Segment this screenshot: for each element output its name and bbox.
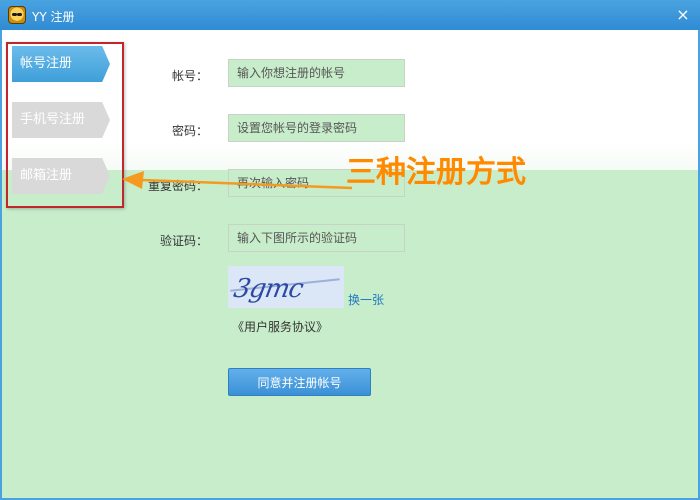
user-agreement-link[interactable]: 《用户服务协议》: [232, 318, 328, 335]
close-icon[interactable]: ×: [674, 6, 692, 24]
agree-register-button[interactable]: 同意并注册帐号: [228, 368, 371, 396]
window-title: YY 注册: [32, 10, 75, 24]
password-label: 密码：: [171, 124, 208, 138]
annotation-label: 三种注册方式: [346, 155, 526, 190]
password-field: [228, 114, 405, 142]
captcha-input[interactable]: [229, 225, 404, 251]
account-input[interactable]: [229, 60, 404, 86]
account-label: 帐号：: [171, 69, 208, 83]
annotation-arrow-icon: [122, 171, 353, 190]
captcha-field: [228, 224, 405, 252]
yy-app-icon: [8, 6, 26, 24]
account-field: [228, 59, 405, 87]
captcha-image: 3gmc: [228, 266, 344, 308]
captcha-label: 验证码：: [159, 234, 208, 248]
refresh-captcha-link[interactable]: 换一张: [348, 291, 384, 308]
registration-content: 帐号注册 手机号注册 邮箱注册 帐号： 密码： 重复密码： 验证码： 3gmc …: [0, 30, 700, 500]
password-input[interactable]: [229, 115, 404, 141]
title-bar: YY 注册 ×: [0, 0, 700, 30]
